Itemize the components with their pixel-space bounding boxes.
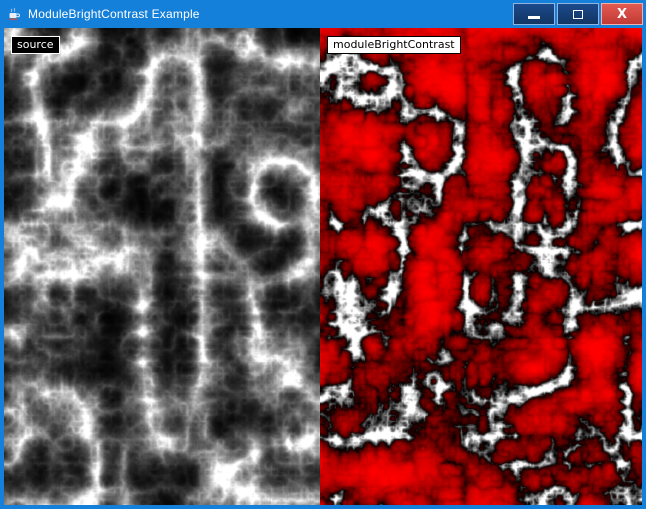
- processed-label: moduleBrightContrast: [327, 36, 461, 54]
- close-icon: X: [617, 8, 627, 21]
- window-controls: X: [513, 3, 646, 25]
- source-image: [4, 28, 320, 505]
- minimize-button[interactable]: [513, 3, 555, 25]
- maximize-button[interactable]: [557, 3, 599, 25]
- close-button[interactable]: X: [601, 3, 643, 25]
- processed-image: [320, 28, 642, 505]
- source-label: source: [11, 36, 60, 54]
- app-window: ModuleBrightContrast Example X source mo…: [0, 0, 646, 509]
- content-area: source moduleBrightContrast: [4, 28, 642, 505]
- panel-processed: moduleBrightContrast: [320, 28, 642, 505]
- minimize-icon: [528, 16, 540, 19]
- maximize-icon: [573, 10, 583, 19]
- window-title: ModuleBrightContrast Example: [28, 7, 513, 21]
- titlebar[interactable]: ModuleBrightContrast Example X: [0, 0, 646, 28]
- panel-source: source: [4, 28, 320, 505]
- java-app-icon: [6, 6, 22, 22]
